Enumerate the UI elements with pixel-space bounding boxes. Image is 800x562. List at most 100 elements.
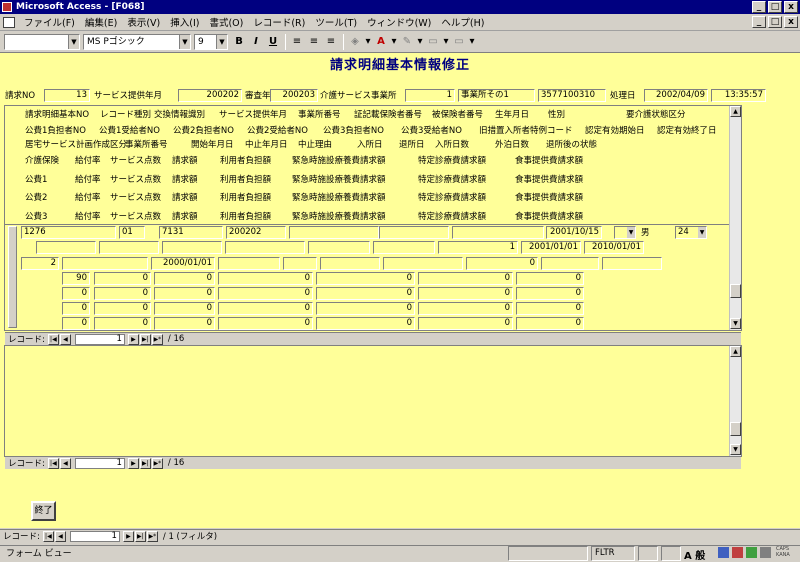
font-color-icon[interactable]: A <box>373 34 389 50</box>
field-sex-code[interactable]: 1▼ <box>614 226 636 239</box>
field-office-no[interactable]: 1 <box>405 89 455 102</box>
chevron-down-icon[interactable]: ▼ <box>698 227 706 238</box>
underline-button[interactable]: U <box>265 34 281 50</box>
field-insured-no[interactable] <box>452 226 544 239</box>
field-amount[interactable]: 0 <box>418 272 513 285</box>
scroll-down-icon[interactable]: ▼ <box>730 444 741 455</box>
field-after-status[interactable] <box>602 257 662 270</box>
current-record-input[interactable]: 1 <box>74 333 125 345</box>
ime-pad-icon[interactable] <box>718 547 729 558</box>
next-record-icon[interactable]: ▶ <box>127 333 139 345</box>
special-effect-icon[interactable]: ▭ <box>451 34 467 50</box>
field-amount[interactable]: 0 <box>218 302 313 315</box>
object-combo[interactable]: ▼ <box>4 33 80 50</box>
field-amount[interactable]: 0 <box>94 272 151 285</box>
field-amount[interactable]: 0 <box>94 287 151 300</box>
field-amount[interactable]: 0 <box>516 287 584 300</box>
ime-dict-icon[interactable] <box>746 547 757 558</box>
font-size-combo[interactable]: 9 ▼ <box>194 33 228 50</box>
field-amount[interactable]: 0 <box>316 272 415 285</box>
last-record-icon[interactable]: ▶| <box>134 530 146 542</box>
field-amount[interactable]: 0 <box>218 272 313 285</box>
menu-format[interactable]: 書式(O) <box>204 15 248 29</box>
field-amount[interactable]: 0 <box>516 302 584 315</box>
align-left-icon[interactable]: ≡ <box>289 34 305 50</box>
scrollbar-vertical[interactable]: ▲ ▼ <box>729 346 741 456</box>
field-claim-no[interactable]: 13 <box>44 89 90 102</box>
field-provider-month[interactable]: 200202 <box>178 89 242 102</box>
field-pub1-payer[interactable] <box>36 241 96 254</box>
field-amount[interactable]: 0 <box>154 302 215 315</box>
close-button[interactable]: x <box>784 1 798 13</box>
next-record-icon[interactable]: ▶ <box>127 457 139 469</box>
new-record-icon[interactable]: ▶* <box>146 530 158 542</box>
field-claim-detail-no[interactable]: 1276 <box>21 226 116 239</box>
chevron-down-icon[interactable]: ▾ <box>416 34 424 50</box>
ime-tool-icon[interactable] <box>732 547 743 558</box>
font-combo[interactable]: MS Pゴシック ▼ <box>83 33 191 50</box>
doc-maximize-button[interactable]: □ <box>768 16 782 28</box>
scroll-up-icon[interactable]: ▲ <box>730 106 741 117</box>
menu-view[interactable]: 表示(V) <box>122 15 165 29</box>
field-record-type[interactable]: 01 <box>119 226 145 239</box>
minimize-button[interactable]: _ <box>752 1 766 13</box>
last-record-icon[interactable]: ▶| <box>139 457 151 469</box>
field-plan-office[interactable] <box>62 257 148 270</box>
field-stop-reason[interactable] <box>283 257 317 270</box>
line-color-icon[interactable]: ✎ <box>399 34 415 50</box>
prev-record-icon[interactable]: ◀ <box>59 333 71 345</box>
form-doc-icon[interactable] <box>3 16 15 28</box>
prev-record-icon[interactable]: ◀ <box>59 457 71 469</box>
prev-record-icon[interactable]: ◀ <box>54 530 66 542</box>
field-office-name[interactable]: 事業所その1 <box>458 89 535 102</box>
field-amount[interactable]: 0 <box>94 317 151 330</box>
doc-minimize-button[interactable]: _ <box>752 16 766 28</box>
field-amount[interactable]: 0 <box>94 302 151 315</box>
field-amount[interactable]: 0 <box>516 272 584 285</box>
close-form-button[interactable]: 終了 <box>31 501 56 521</box>
field-pub1-recipient[interactable] <box>99 241 159 254</box>
field-old-care-code[interactable]: 1 <box>438 241 518 254</box>
fill-color-icon[interactable]: ◈ <box>347 34 363 50</box>
field-pub3-recipient[interactable] <box>373 241 435 254</box>
field-amount[interactable]: 0 <box>218 317 313 330</box>
field-office-code[interactable]: 3577100310 <box>538 89 606 102</box>
new-record-icon[interactable]: ▶* <box>151 333 163 345</box>
field-service-month[interactable]: 200202 <box>226 226 286 239</box>
field-pub2-recipient[interactable] <box>225 241 305 254</box>
field-amount[interactable]: 0 <box>154 317 215 330</box>
field-process-time[interactable]: 13:35:57 <box>711 89 766 102</box>
menu-help[interactable]: ヘルプ(H) <box>436 15 489 29</box>
field-amount[interactable]: 0 <box>316 287 415 300</box>
field-amount[interactable]: 0 <box>316 317 415 330</box>
current-record-input[interactable]: 1 <box>69 530 120 542</box>
align-center-icon[interactable]: ≡ <box>306 34 322 50</box>
ime-prop-icon[interactable] <box>760 547 771 558</box>
next-record-icon[interactable]: ▶ <box>122 530 134 542</box>
field-amount[interactable]: 0 <box>62 317 90 330</box>
field-stop-date[interactable] <box>218 257 280 270</box>
field-amount[interactable]: 0 <box>154 272 215 285</box>
chevron-down-icon[interactable]: ▼ <box>627 227 635 238</box>
maximize-button[interactable]: □ <box>768 1 782 13</box>
first-record-icon[interactable]: |◀ <box>42 530 54 542</box>
field-amount[interactable]: 0 <box>418 287 513 300</box>
field-outing-days[interactable] <box>541 257 599 270</box>
first-record-icon[interactable]: |◀ <box>47 333 59 345</box>
chevron-down-icon[interactable]: ▾ <box>468 34 476 50</box>
menu-file[interactable]: ファイル(F) <box>19 15 80 29</box>
scroll-up-icon[interactable]: ▲ <box>730 346 741 357</box>
field-insurer-no[interactable] <box>379 226 449 239</box>
record-selector[interactable] <box>8 226 17 328</box>
field-amount[interactable]: 0 <box>218 287 313 300</box>
new-record-icon[interactable]: ▶* <box>151 457 163 469</box>
field-amount[interactable]: 0 <box>62 287 90 300</box>
border-width-icon[interactable]: ▭ <box>425 34 441 50</box>
menu-records[interactable]: レコード(R) <box>248 15 310 29</box>
field-exchange-id[interactable]: 7131 <box>159 226 223 239</box>
doc-close-button[interactable]: x <box>784 16 798 28</box>
field-amount[interactable]: 90 <box>62 272 90 285</box>
bold-button[interactable]: B <box>231 34 247 50</box>
field-pub2-payer[interactable] <box>162 241 222 254</box>
chevron-down-icon[interactable]: ▾ <box>364 34 372 50</box>
